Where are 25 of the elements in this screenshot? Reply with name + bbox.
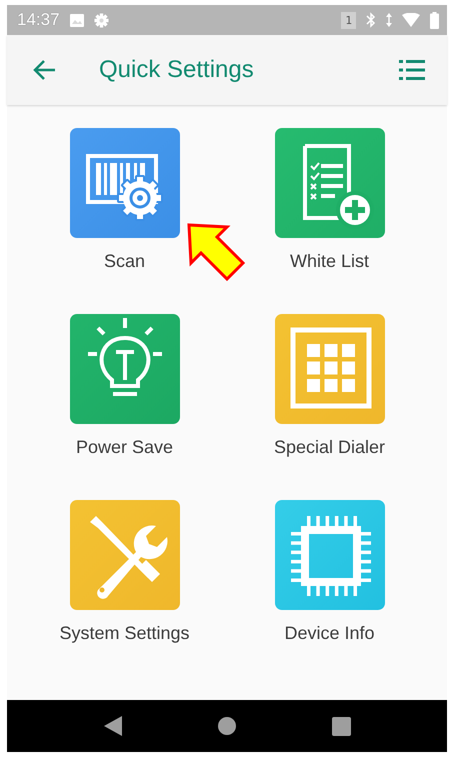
chip-icon[interactable] xyxy=(274,500,384,610)
settings-icon xyxy=(94,12,109,28)
keypad-icon[interactable] xyxy=(274,314,384,424)
battery-icon xyxy=(430,12,439,28)
image-icon xyxy=(70,14,84,26)
barcode-gear-icon[interactable] xyxy=(70,128,180,238)
clock: 14:37 xyxy=(17,10,60,30)
recents-nav-icon[interactable] xyxy=(332,716,350,736)
checklist-add-icon[interactable] xyxy=(274,128,384,238)
tile-label[interactable]: Power Save xyxy=(76,437,174,458)
bluetooth-icon xyxy=(366,12,376,28)
tile-label[interactable]: Special Dialer xyxy=(274,437,386,458)
data-arrows-icon xyxy=(386,13,392,27)
sim-badge: 1 xyxy=(341,12,356,28)
callout-arrow xyxy=(187,223,246,282)
light-bulb-icon[interactable] xyxy=(70,314,180,424)
tile-label[interactable]: White List xyxy=(290,251,370,272)
wifi-icon xyxy=(402,13,420,27)
home-nav-icon[interactable] xyxy=(218,717,236,735)
tile-label[interactable]: Device Info xyxy=(284,623,375,644)
back-nav-icon[interactable] xyxy=(104,716,122,736)
tile-label[interactable]: System Settings xyxy=(59,623,190,644)
wrench-screwdriver-icon[interactable] xyxy=(70,500,180,610)
tile-label[interactable]: Scan xyxy=(104,251,146,272)
screen-title: Quick Settings xyxy=(99,56,255,84)
